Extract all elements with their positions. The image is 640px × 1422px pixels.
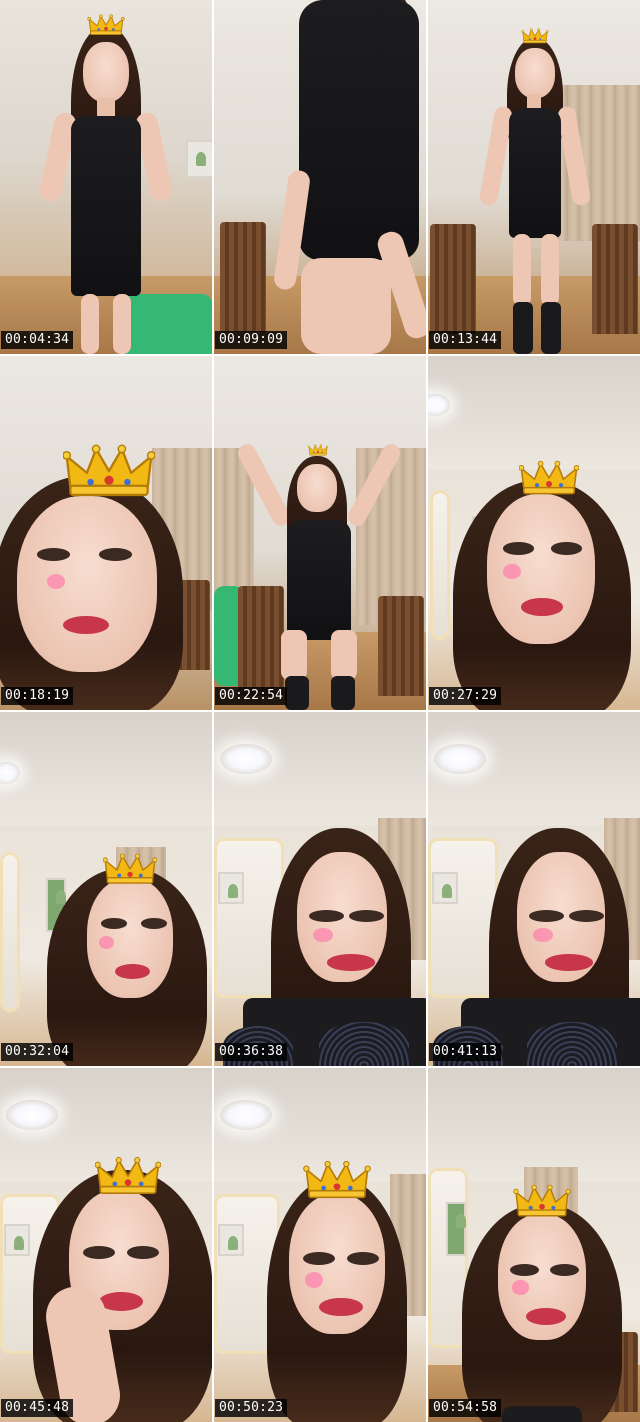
ceiling-light [220, 1100, 272, 1130]
crown-icon [299, 1160, 375, 1200]
person [0, 456, 203, 710]
frame-timestamp: 00:09:09 [215, 331, 288, 349]
person [23, 1156, 212, 1422]
frame-thumbnail: 00:50:23 [214, 1068, 426, 1422]
crown-icon [512, 1184, 572, 1218]
person [222, 828, 426, 1066]
frame-thumbnail: 00:22:54 [214, 356, 426, 710]
ceiling-light [6, 1100, 58, 1130]
frame-timestamp: 00:32:04 [1, 1043, 74, 1061]
frame-timestamp: 00:41:13 [429, 1043, 502, 1061]
person [452, 1180, 632, 1422]
frame-thumbnail: 00:27:29 [428, 356, 640, 710]
frame-timestamp: 00:45:48 [1, 1399, 74, 1417]
person [447, 460, 637, 710]
frame-timestamp: 00:22:54 [215, 687, 288, 705]
ceiling [428, 356, 640, 470]
person [47, 852, 208, 1066]
frame-thumbnail: 00:32:04 [0, 712, 212, 1066]
ceiling-light [434, 744, 486, 774]
crown-icon [95, 1156, 161, 1196]
crown-icon [307, 444, 329, 456]
ceiling [428, 1068, 640, 1182]
crown-icon [521, 28, 549, 44]
person [469, 26, 599, 354]
ceiling-light [220, 744, 272, 774]
frame-thumbnail: 00:41:13 [428, 712, 640, 1066]
crown-icon [103, 852, 157, 886]
frame-timestamp: 00:13:44 [429, 331, 502, 349]
frame-thumbnail: 00:04:34 [0, 0, 212, 354]
frame-thumbnail: 00:36:38 [214, 712, 426, 1066]
frame-timestamp: 00:54:58 [429, 1399, 502, 1417]
wall-panel [0, 852, 20, 1012]
frame-thumbnail: 00:18:19 [0, 356, 212, 710]
person [237, 1160, 426, 1422]
crown-icon [63, 442, 155, 500]
person [241, 0, 426, 354]
frame-timestamp: 00:36:38 [215, 1043, 288, 1061]
person [432, 828, 640, 1066]
frame-timestamp: 00:50:23 [215, 1399, 288, 1417]
frame-timestamp: 00:18:19 [1, 687, 74, 705]
frame-thumbnail: 00:09:09 [214, 0, 426, 354]
frame-timestamp: 00:27:29 [429, 687, 502, 705]
frame-thumbnail: 00:13:44 [428, 0, 640, 354]
wall-picture [186, 140, 212, 178]
contact-sheet-grid: 00:04:34 00:09:09 00:13:44 00:18:19 00:2… [0, 0, 640, 1422]
ceiling [0, 712, 212, 826]
frame-thumbnail: 00:54:58 [428, 1068, 640, 1422]
frame-thumbnail: 00:45:48 [0, 1068, 212, 1422]
crown-icon [87, 14, 125, 36]
crown-icon [519, 460, 579, 496]
person [234, 440, 404, 710]
person [37, 12, 175, 354]
frame-timestamp: 00:04:34 [1, 331, 74, 349]
